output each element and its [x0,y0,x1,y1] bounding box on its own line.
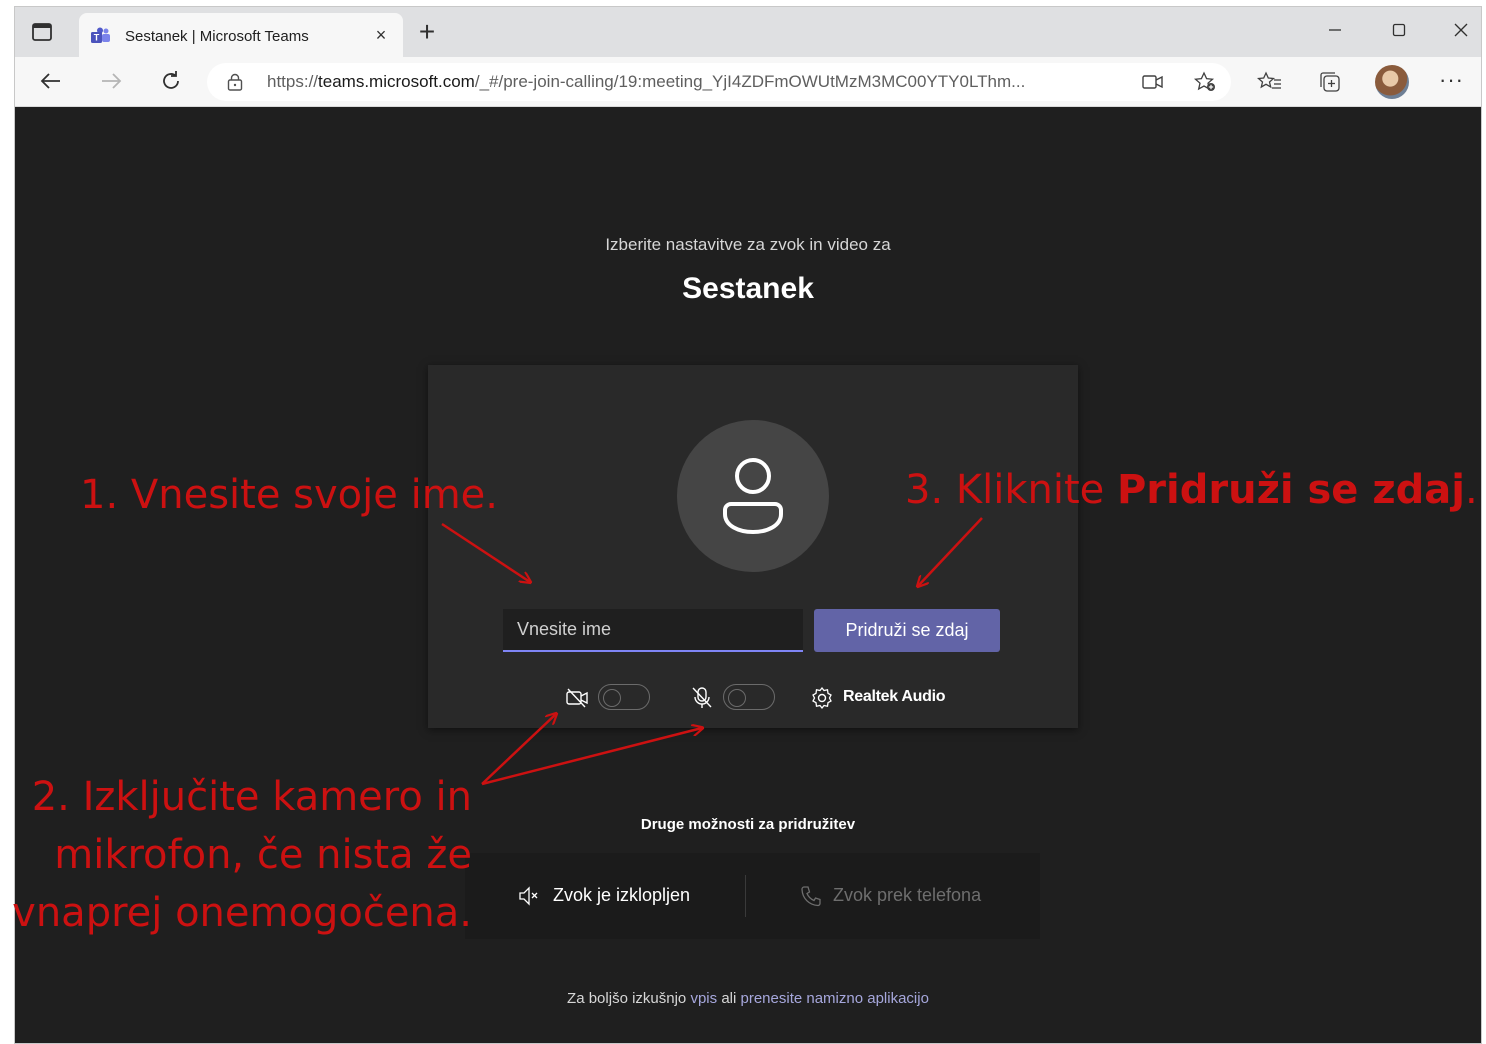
address-bar[interactable]: https://teams.microsoft.com/_#/pre-join-… [207,63,1231,101]
user-avatar [677,420,829,572]
profile-avatar[interactable] [1375,65,1409,99]
speaker-off-icon [517,885,541,907]
camera-toggle[interactable] [598,684,650,710]
audio-off-option[interactable]: Zvok je izklopljen [553,885,690,906]
name-input[interactable] [503,609,803,652]
annotation-step-3: 3. Kliknite Pridruži se zdaj. [905,467,1478,513]
audio-device-label[interactable]: Realtek Audio [843,688,946,706]
maximize-icon[interactable] [1381,17,1417,47]
collections-icon[interactable] [1317,70,1343,94]
tab-strip: T Sestanek | Microsoft Teams × + [15,7,1481,57]
refresh-icon[interactable] [157,68,185,96]
camera-off-icon [564,686,590,710]
other-join-options: Zvok je izklopljen Zvok prek telefona [465,853,1040,939]
back-icon[interactable] [37,68,65,96]
mic-toggle[interactable] [723,684,775,710]
download-app-link[interactable]: prenesite namizno aplikacijo [741,990,929,1007]
favorites-icon[interactable] [1256,70,1283,94]
prejoin-subtitle: Izberite nastavitve za zvok in video za [605,235,891,254]
person-icon [723,458,783,535]
footer-text: Za boljšo izkušnjo vpis ali prenesite na… [15,990,1481,1007]
close-window-icon[interactable] [1443,17,1479,47]
add-favorite-icon[interactable] [1193,71,1217,93]
meeting-title: Sestanek [682,272,814,305]
phone-icon [799,885,823,907]
lock-icon[interactable] [227,73,243,91]
tab-close-icon[interactable]: × [369,23,393,47]
tab-teams[interactable]: T Sestanek | Microsoft Teams × [79,13,403,57]
annotation-step-1: 1. Vnesite svoje ime. [80,472,498,518]
mic-off-icon [689,686,715,710]
prejoin-card: Pridruži se zdaj Realtek Audio [428,365,1078,728]
new-tab-button[interactable]: + [413,18,441,47]
footer-prefix: Za boljšo izkušnjo [567,990,687,1007]
tab-title: Sestanek | Microsoft Teams [125,28,309,45]
teams-logo-icon: T [91,27,111,45]
forward-icon[interactable] [97,68,125,96]
annotation-step-2: 2. Izključite kamero in mikrofon, če nis… [12,774,472,936]
url-text[interactable]: https://teams.microsoft.com/_#/pre-join-… [267,72,1025,92]
svg-text:T: T [94,33,100,43]
navigation-bar: https://teams.microsoft.com/_#/pre-join-… [15,57,1481,107]
phone-audio-option[interactable]: Zvok prek telefona [833,885,981,906]
camera-permission-icon[interactable] [1141,71,1165,93]
minimize-icon[interactable] [1317,17,1353,47]
footer-middle: ali [721,990,737,1007]
tab-actions-icon[interactable] [31,21,53,43]
options-divider [745,875,746,917]
join-now-button[interactable]: Pridruži se zdaj [814,609,1000,652]
settings-gear-icon[interactable] [809,686,835,710]
more-options-icon[interactable]: ··· [1439,67,1464,93]
signin-link[interactable]: vpis [690,990,717,1007]
